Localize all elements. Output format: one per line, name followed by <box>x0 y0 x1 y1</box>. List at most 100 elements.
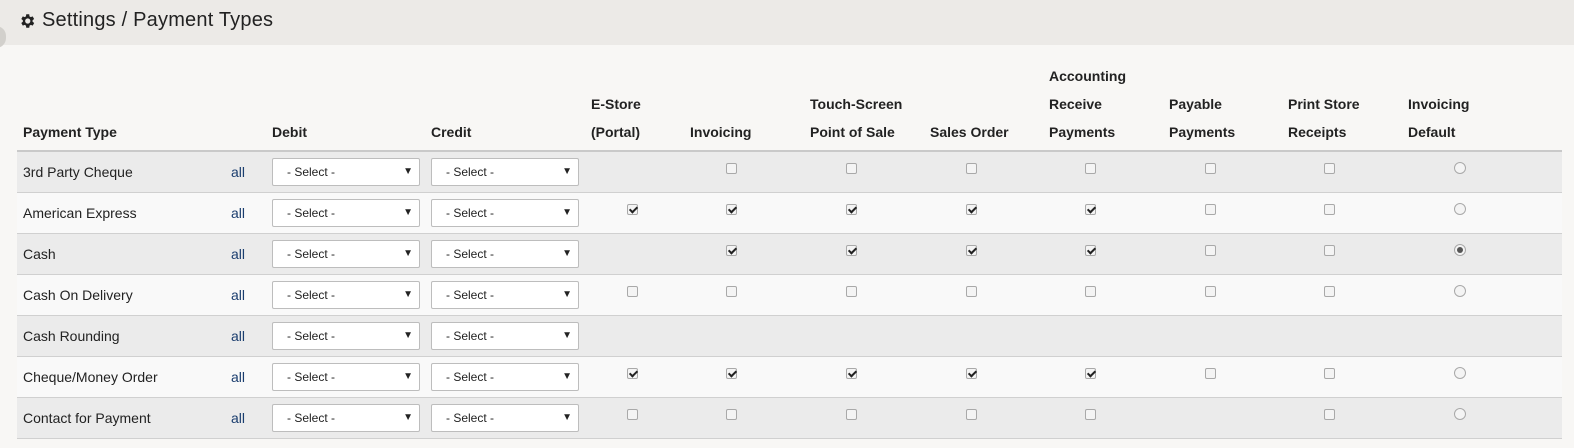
touchscreen-cell <box>804 233 924 275</box>
credit-select[interactable]: - Select - ▼ <box>431 158 579 186</box>
accounting-checkbox[interactable] <box>1085 163 1096 174</box>
touchscreen-checkbox[interactable] <box>846 245 857 256</box>
default-cell <box>1402 192 1562 234</box>
invoicing-checkbox[interactable] <box>726 286 737 297</box>
sales-order-checkbox[interactable] <box>966 286 977 297</box>
scope-link[interactable]: all <box>231 164 245 180</box>
credit-select[interactable]: - Select - ▼ <box>431 240 579 268</box>
invoicing-default-radio[interactable] <box>1454 244 1466 256</box>
sales-order-checkbox[interactable] <box>966 204 977 215</box>
invoicing-checkbox[interactable] <box>726 409 737 420</box>
payment-types-table: Payment Type Debit Credit E-Store (Portal… <box>17 62 1562 439</box>
touchscreen-checkbox[interactable] <box>846 163 857 174</box>
accounting-checkbox[interactable] <box>1085 204 1096 215</box>
col-sales-order: Sales Order <box>924 62 1043 152</box>
invoicing-default-radio[interactable] <box>1454 203 1466 215</box>
print-store-checkbox[interactable] <box>1324 204 1335 215</box>
estore-checkbox[interactable] <box>627 204 638 215</box>
sidebar-toggle-handle[interactable] <box>0 26 6 48</box>
credit-select[interactable]: - Select - ▼ <box>431 404 579 432</box>
debit-select[interactable]: - Select - ▼ <box>272 199 420 227</box>
payable-checkbox[interactable] <box>1205 245 1216 256</box>
accounting-cell <box>1043 315 1163 357</box>
default-cell <box>1402 151 1562 193</box>
credit-select[interactable]: - Select - ▼ <box>431 322 579 350</box>
accounting-checkbox[interactable] <box>1085 245 1096 256</box>
dropdown-arrow-icon: ▼ <box>562 207 572 218</box>
accounting-checkbox[interactable] <box>1085 409 1096 420</box>
sales-order-cell <box>924 315 1043 357</box>
debit-select[interactable]: - Select - ▼ <box>272 240 420 268</box>
payment-type-name: Cash On Delivery <box>17 274 225 316</box>
scope-link[interactable]: all <box>231 369 245 385</box>
scope-link[interactable]: all <box>231 410 245 426</box>
invoicing-checkbox[interactable] <box>726 204 737 215</box>
scope-link[interactable]: all <box>231 328 245 344</box>
debit-select[interactable]: - Select - ▼ <box>272 281 420 309</box>
credit-select[interactable]: - Select - ▼ <box>431 363 579 391</box>
payment-type-name: Cash Rounding <box>17 315 225 357</box>
credit-cell: - Select - ▼ <box>425 397 585 439</box>
sales-order-checkbox[interactable] <box>966 368 977 379</box>
invoicing-default-radio[interactable] <box>1454 162 1466 174</box>
col-touchscreen: Touch-Screen Point of Sale <box>804 62 924 152</box>
dropdown-arrow-icon: ▼ <box>562 289 572 300</box>
sales-order-checkbox[interactable] <box>966 245 977 256</box>
invoicing-default-radio[interactable] <box>1454 408 1466 420</box>
debit-select[interactable]: - Select - ▼ <box>272 363 420 391</box>
col-invoicing: Invoicing <box>684 62 804 152</box>
payable-checkbox[interactable] <box>1205 368 1216 379</box>
estore-checkbox[interactable] <box>627 368 638 379</box>
debit-cell: - Select - ▼ <box>266 233 425 275</box>
touchscreen-checkbox[interactable] <box>846 286 857 297</box>
debit-cell: - Select - ▼ <box>266 274 425 316</box>
print-store-checkbox[interactable] <box>1324 286 1335 297</box>
scope-link[interactable]: all <box>231 287 245 303</box>
invoicing-default-radio[interactable] <box>1454 285 1466 297</box>
credit-select[interactable]: - Select - ▼ <box>431 199 579 227</box>
accounting-cell <box>1043 151 1163 193</box>
payable-checkbox[interactable] <box>1205 286 1216 297</box>
invoicing-default-radio[interactable] <box>1454 367 1466 379</box>
payable-checkbox[interactable] <box>1205 163 1216 174</box>
credit-select[interactable]: - Select - ▼ <box>431 281 579 309</box>
touchscreen-checkbox[interactable] <box>846 204 857 215</box>
payment-type-name: American Express <box>17 192 225 234</box>
payable-cell <box>1163 397 1282 439</box>
debit-select[interactable]: - Select - ▼ <box>272 404 420 432</box>
touchscreen-cell <box>804 315 924 357</box>
print-store-checkbox[interactable] <box>1324 409 1335 420</box>
invoicing-checkbox[interactable] <box>726 245 737 256</box>
estore-checkbox[interactable] <box>627 409 638 420</box>
scope-link[interactable]: all <box>231 205 245 221</box>
table-row: Cheque/Money Order all - Select - ▼ - Select… <box>17 356 1562 398</box>
default-cell <box>1402 274 1562 316</box>
col-invoicing-default: Invoicing Default <box>1402 62 1562 152</box>
invoicing-checkbox[interactable] <box>726 368 737 379</box>
invoicing-checkbox[interactable] <box>726 163 737 174</box>
scope-link[interactable]: all <box>231 246 245 262</box>
sales-order-cell <box>924 151 1043 193</box>
payable-cell <box>1163 315 1282 357</box>
accounting-checkbox[interactable] <box>1085 368 1096 379</box>
page-title: Settings / Payment Types <box>18 9 273 32</box>
accounting-checkbox[interactable] <box>1085 286 1096 297</box>
print-store-checkbox[interactable] <box>1324 245 1335 256</box>
payable-checkbox[interactable] <box>1205 204 1216 215</box>
invoicing-cell <box>684 192 804 234</box>
debit-select[interactable]: - Select - ▼ <box>272 158 420 186</box>
invoicing-cell <box>684 397 804 439</box>
print-store-cell <box>1282 356 1402 398</box>
print-store-checkbox[interactable] <box>1324 163 1335 174</box>
touchscreen-cell <box>804 397 924 439</box>
touchscreen-checkbox[interactable] <box>846 409 857 420</box>
debit-select[interactable]: - Select - ▼ <box>272 322 420 350</box>
sales-order-checkbox[interactable] <box>966 409 977 420</box>
estore-checkbox[interactable] <box>627 286 638 297</box>
col-accounting: Accounting Receive Payments <box>1043 62 1163 152</box>
touchscreen-checkbox[interactable] <box>846 368 857 379</box>
table-row: Cash all - Select - ▼ - Select - ▼ <box>17 233 1562 275</box>
payable-cell <box>1163 356 1282 398</box>
print-store-checkbox[interactable] <box>1324 368 1335 379</box>
sales-order-checkbox[interactable] <box>966 163 977 174</box>
